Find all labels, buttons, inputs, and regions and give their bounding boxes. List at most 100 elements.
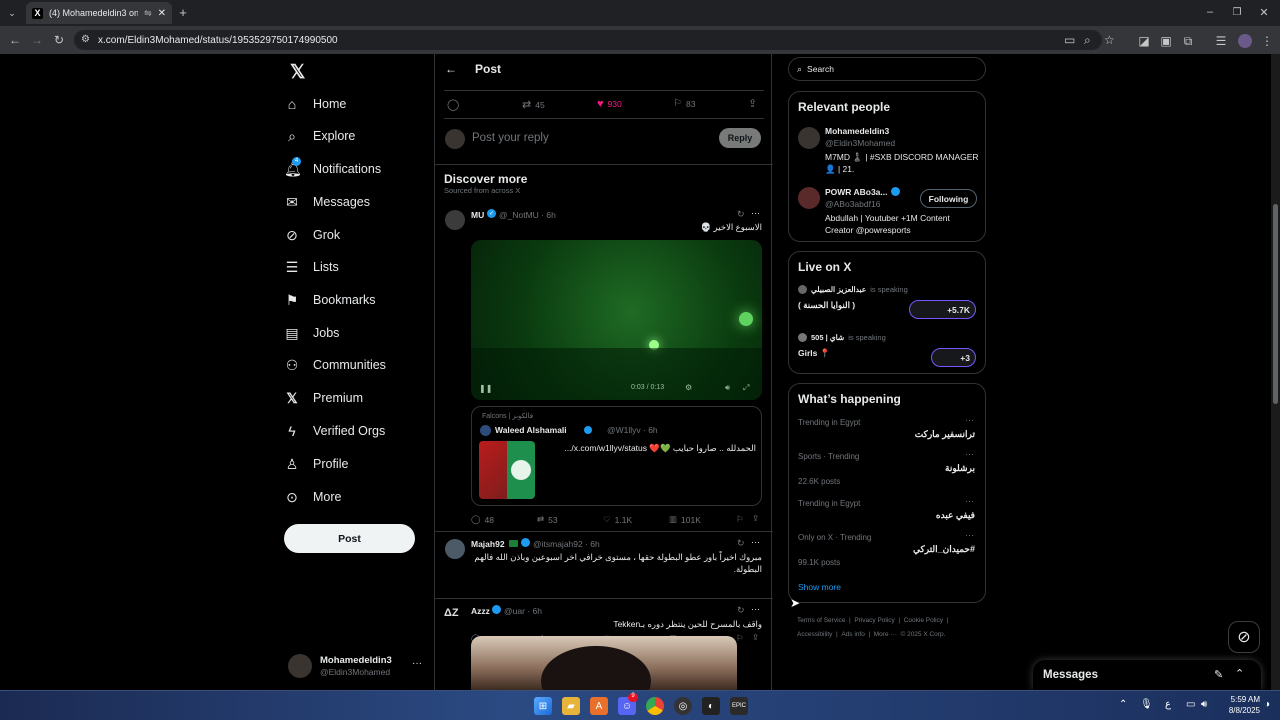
trend-item[interactable]: Only on X · Trending ··· #حميدان_التركي …: [789, 530, 985, 576]
footer-link[interactable]: Terms of Service: [797, 617, 845, 624]
space-host-row[interactable]: 505 | شاي is speaking: [798, 333, 978, 342]
space-listeners[interactable]: +5.7K: [909, 300, 976, 319]
more-dots-icon[interactable]: ···: [751, 208, 760, 218]
tweet-card[interactable]: ΔZ Azzz @uar · 6h ↻ ··· واقف بالمسرح للح…: [435, 599, 773, 690]
space-title[interactable]: Girls 📍: [798, 348, 830, 359]
grok-float-icon[interactable]: ⊘: [1228, 621, 1260, 653]
zoom-icon[interactable]: ⌕: [1084, 33, 1091, 48]
tab-close-icon[interactable]: ✕: [158, 8, 166, 19]
video-settings-icon[interactable]: ⚙: [685, 383, 692, 392]
more-dots-icon[interactable]: ···: [965, 415, 974, 425]
nav-messages[interactable]: ✉ Messages: [284, 188, 370, 216]
site-info-icon[interactable]: ⚙: [81, 34, 90, 45]
tweet-video[interactable]: ❚❚ 0:03 / 0:13 ⚙ 🔊︎ ⤢: [471, 240, 762, 400]
new-tab-icon[interactable]: +: [177, 5, 189, 20]
tab-audio-icon[interactable]: ⇋: [144, 8, 152, 19]
more-dots-icon[interactable]: ···: [965, 496, 974, 506]
reload-icon[interactable]: ↻: [52, 33, 66, 47]
reply-button[interactable]: Reply: [719, 128, 761, 148]
media-controls-icon[interactable]: ☰: [1214, 34, 1228, 48]
views-stat[interactable]: ▥ 101K: [669, 514, 701, 525]
fullscreen-icon[interactable]: ⤢: [743, 383, 749, 393]
play-icon[interactable]: ❚❚: [479, 384, 492, 393]
reply-stat[interactable]: ◯ 48: [471, 514, 494, 525]
footer-link[interactable]: More ···: [874, 631, 897, 638]
tab-list-icon[interactable]: ⌄: [6, 7, 18, 19]
browser-menu-icon[interactable]: ⋮: [1260, 34, 1274, 48]
file-explorer-icon[interactable]: ▰: [562, 697, 580, 715]
footer-link[interactable]: Ads info: [841, 631, 865, 638]
nav-communities[interactable]: ⚇ Communities: [284, 351, 386, 379]
chevron-up-icon[interactable]: ⌃: [1235, 667, 1244, 680]
forward-icon[interactable]: →: [30, 33, 44, 47]
nav-home[interactable]: ⌂ Home: [284, 90, 347, 118]
following-button[interactable]: Following: [920, 189, 977, 208]
post-button[interactable]: Post: [284, 524, 415, 553]
space-listeners[interactable]: +3: [931, 348, 976, 367]
share-icon[interactable]: ⇪: [748, 97, 757, 110]
nav-jobs[interactable]: ▤ Jobs: [284, 319, 339, 347]
back-arrow-icon[interactable]: ←: [445, 62, 457, 76]
nav-premium[interactable]: 𝕏 Premium: [284, 384, 363, 412]
person-name[interactable]: Mohamedeldin3: [825, 126, 889, 136]
grok-explain-icon[interactable]: ↻: [737, 605, 745, 616]
x-logo-icon[interactable]: 𝕏: [290, 61, 305, 84]
person-name[interactable]: POWR ABo3a...: [825, 187, 888, 197]
epic-games-icon[interactable]: EPIC: [730, 697, 748, 715]
scrollbar-track[interactable]: [1271, 54, 1280, 690]
nav-lists[interactable]: ☰ Lists: [284, 253, 339, 281]
windows-start-icon[interactable]: ⊞: [534, 697, 552, 715]
bookmark-icon[interactable]: ⚐: [736, 514, 744, 525]
app-icon[interactable]: A: [590, 697, 608, 715]
space-title[interactable]: ( النوايا الحسنة ): [798, 300, 855, 311]
show-more-link[interactable]: Show more: [798, 582, 841, 592]
nav-notifications[interactable]: 🔔︎ 4 Notifications: [284, 155, 381, 183]
extension-icon-2[interactable]: ▣: [1159, 34, 1173, 48]
network-icon[interactable]: ▭: [1186, 699, 1195, 710]
microphone-icon[interactable]: 🎙︎: [1140, 699, 1153, 710]
reply-icon[interactable]: ◯: [447, 98, 459, 111]
new-message-icon[interactable]: ✎: [1214, 668, 1223, 681]
nav-more[interactable]: ⊙ More: [284, 483, 341, 511]
search-box[interactable]: ⌕ Search: [788, 57, 986, 81]
more-dots-icon[interactable]: ···: [965, 449, 974, 459]
space-host-row[interactable]: عبدالعزيز الصبيلي is speaking: [798, 285, 978, 294]
chrome-icon[interactable]: [646, 697, 664, 715]
extensions-puzzle-icon[interactable]: ⧉: [1181, 34, 1195, 48]
grok-explain-icon[interactable]: ↻: [737, 538, 745, 549]
footer-link[interactable]: Cookie Policy: [904, 617, 943, 624]
footer-link[interactable]: Privacy Policy: [854, 617, 894, 624]
nav-verified-orgs[interactable]: ϟ Verified Orgs: [284, 417, 385, 445]
more-dots-icon[interactable]: ···: [751, 537, 760, 547]
close-window-icon[interactable]: ✕: [1258, 6, 1270, 19]
like-action[interactable]: ♥ 930: [597, 98, 622, 110]
steam-icon[interactable]: ◐: [702, 697, 720, 715]
retweet-stat[interactable]: ⇄ 53: [537, 514, 558, 525]
retweet-action[interactable]: ⇄ 45: [522, 98, 545, 111]
quote-tweet[interactable]: Falcons | فالكونز Waleed Alshamali @W1ll…: [471, 406, 762, 506]
nav-bookmarks[interactable]: ⚑ Bookmarks: [284, 286, 376, 314]
nav-profile[interactable]: ♙ Profile: [284, 450, 349, 478]
scrollbar-thumb[interactable]: [1273, 204, 1278, 404]
footer-link[interactable]: Accessibility: [797, 631, 832, 638]
more-dots-icon[interactable]: ···: [751, 604, 760, 614]
trend-item[interactable]: Trending in Egypt ··· فيفي عبده: [789, 496, 985, 530]
browser-tab[interactable]: X (4) Mohamedeldin3 on X: " ⇋ ✕: [26, 2, 172, 24]
tweet-card[interactable]: MU ✓ @_NotMU · 6h ↻ ··· الاسبوع الاخير 💀…: [435, 204, 773, 532]
account-switcher[interactable]: Mohamedeldin3 @Eldin3Mohamed ···: [284, 650, 424, 682]
trend-item[interactable]: Trending in Egypt ··· ترانسفير ماركت: [789, 414, 985, 448]
clock[interactable]: 5:59 AM 8/8/2025: [1220, 694, 1260, 716]
address-bar[interactable]: ⚙ x.com/Eldin3Mohamed/status/19535297501…: [74, 30, 1115, 50]
back-icon[interactable]: ←: [8, 33, 22, 47]
tweet-image[interactable]: [471, 636, 737, 690]
messages-drawer[interactable]: Messages ✎ ⌃: [1033, 660, 1261, 690]
tweet-card[interactable]: Majah92 @itsmajah92 · 6h ↻ ··· مبروك اخي…: [435, 532, 773, 599]
minimize-icon[interactable]: –: [1204, 6, 1216, 18]
maximize-icon[interactable]: ❐: [1231, 6, 1243, 18]
volume-icon[interactable]: 🔊︎: [1201, 699, 1207, 710]
extension-icon[interactable]: ◪: [1137, 34, 1151, 48]
grok-explain-icon[interactable]: ↻: [737, 209, 745, 220]
volume-icon[interactable]: 🔊︎: [725, 383, 730, 393]
tray-chevron-icon[interactable]: ⌃: [1119, 699, 1127, 710]
install-app-icon[interactable]: ▭: [1064, 33, 1075, 47]
